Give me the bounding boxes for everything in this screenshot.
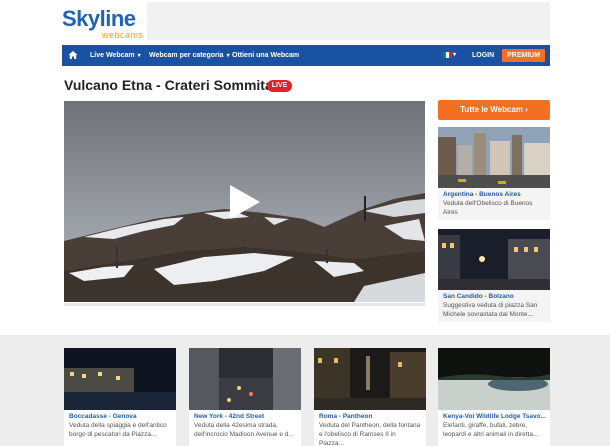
chevron-down-icon: ▾ <box>137 53 141 59</box>
home-icon[interactable] <box>68 50 78 60</box>
kenya-voi-thumbnail <box>438 348 550 410</box>
italy-flag-icon[interactable] <box>443 52 452 58</box>
logo-sub-text: webcams <box>102 30 144 40</box>
card-description: Veduta del Pantheon, della fontana e l'o… <box>319 422 421 446</box>
card-title: Argentina - Buenos Aires <box>443 191 521 198</box>
card-title: Roma - Pantheon <box>319 413 373 420</box>
card-title: New York - 42nd Street <box>194 413 265 420</box>
boccadasse-thumbnail <box>64 348 176 410</box>
video-progress-bar[interactable] <box>64 303 425 306</box>
bottom-card-boccadasse[interactable]: Boccadasse - Genova Veduta della spiaggi… <box>64 348 176 446</box>
ad-banner <box>147 2 550 40</box>
bottom-card-new-york[interactable]: New York - 42nd Street Veduta della 42es… <box>189 348 301 446</box>
page-title: Vulcano Etna - Crateri Sommitali <box>64 77 281 93</box>
logo-main-text: Skyline <box>62 6 136 31</box>
card-description: Veduta della spiaggia e dell'antico borg… <box>69 422 167 438</box>
card-description: Elefanti, giraffe, bufali, zebre, leopar… <box>443 422 539 438</box>
new-york-thumbnail <box>189 348 301 410</box>
nav-ottieni-label: Ottieni una Webcam <box>232 52 300 59</box>
sidebar-card-buenos-aires[interactable]: Argentina - Buenos Aires Veduta dell'Obe… <box>438 127 550 220</box>
premium-button[interactable]: PREMIUM <box>502 49 545 62</box>
card-description: Veduta della 42esima strada, dell'incroc… <box>194 422 294 438</box>
card-title: Kenya-Voi Wildlife Lodge Tsavo... <box>443 413 546 420</box>
sidebar-card-san-candido[interactable]: San Candido - Bolzano Suggestiva veduta … <box>438 229 550 322</box>
nav-categoria-label: Webcam per categoria <box>149 52 224 59</box>
card-title: San Candido - Bolzano <box>443 293 514 300</box>
login-link[interactable]: LOGIN <box>472 45 494 66</box>
live-badge: LIVE <box>267 80 292 92</box>
san-candido-thumbnail <box>438 229 550 290</box>
skyline-logo[interactable]: Skyline webcams <box>62 6 146 42</box>
nav-webcam-per-categoria[interactable]: Webcam per categoria ▾ <box>149 45 230 66</box>
card-description: Veduta dell'Obelisco di Buenos Aires <box>443 200 533 216</box>
card-title: Boccadasse - Genova <box>69 413 137 420</box>
chevron-down-icon: ▾ <box>226 53 230 59</box>
play-icon[interactable] <box>228 183 262 221</box>
nav-ottieni-webcam[interactable]: Ottieni una Webcam <box>232 45 299 66</box>
nav-live-webcam[interactable]: Live Webcam ▾ <box>90 45 141 66</box>
roma-pantheon-thumbnail <box>314 348 426 410</box>
main-navbar: Live Webcam ▾ Webcam per categoria ▾ Ottie… <box>62 45 550 66</box>
bottom-card-roma-pantheon[interactable]: Roma - Pantheon Veduta del Pantheon, del… <box>314 348 426 446</box>
chevron-down-icon[interactable]: ▾ <box>453 45 456 66</box>
all-webcams-button[interactable]: Tutte le Webcam › <box>438 100 550 120</box>
bottom-card-kenya-voi[interactable]: Kenya-Voi Wildlife Lodge Tsavo... Elefan… <box>438 348 550 446</box>
card-description: Suggestiva veduta di piazza San Michele … <box>443 302 538 318</box>
page: Skyline webcams Live Webcam ▾ Webcam per … <box>0 0 610 446</box>
buenos-aires-thumbnail <box>438 127 550 188</box>
nav-live-webcam-label: Live Webcam <box>90 52 135 59</box>
